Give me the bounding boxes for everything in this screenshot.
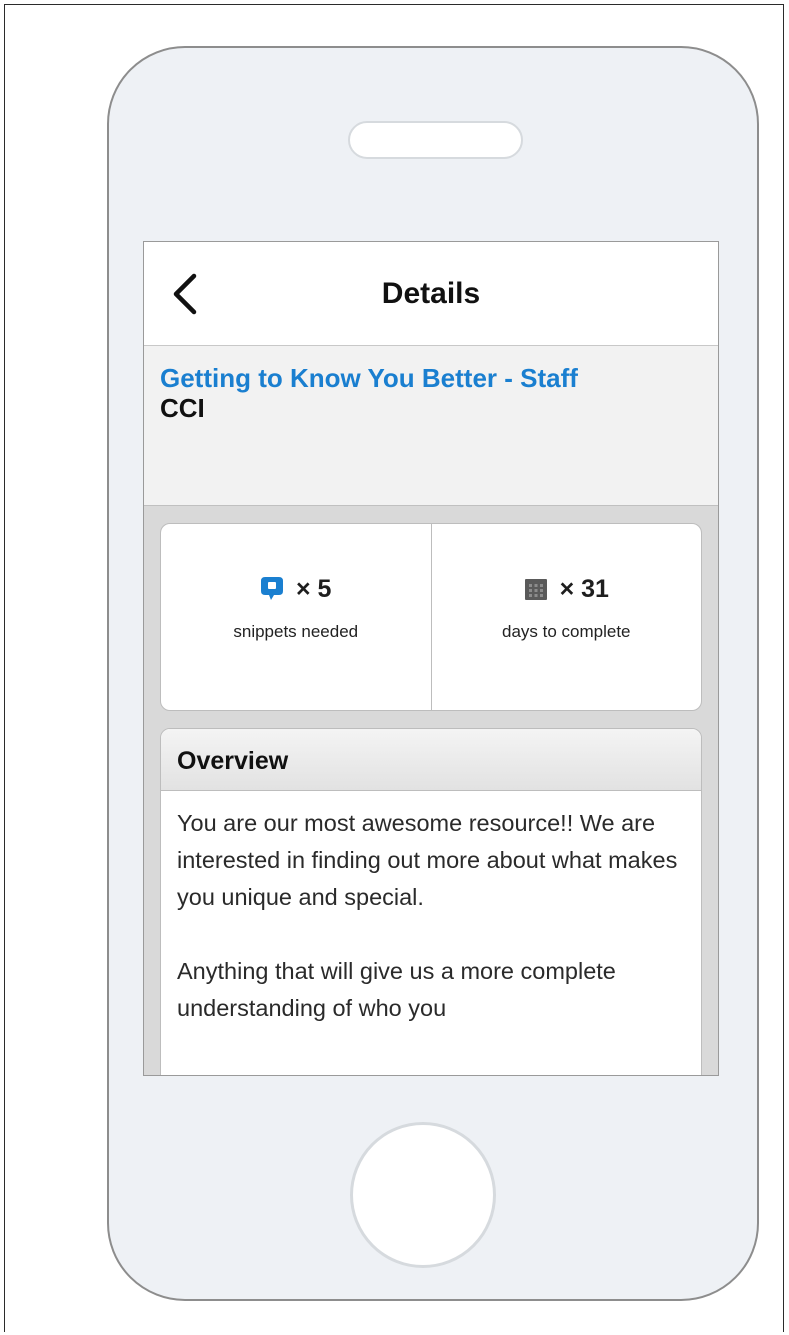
days-count: × 31 <box>559 574 609 603</box>
stat-snippets: × 5 snippets needed <box>161 524 431 710</box>
page-title: Details <box>381 277 481 310</box>
speech-bubble-icon <box>261 577 284 600</box>
calendar-icon <box>524 579 547 600</box>
overview-body: You are our most awesome resource!! We a… <box>161 791 701 1027</box>
overview-paragraph: You are our most awesome resource!! We a… <box>177 810 678 910</box>
back-button[interactable] <box>164 270 208 318</box>
phone-screen: Details Getting to Know You Better - Sta… <box>143 241 719 1076</box>
stats-card: × 5 snippets needed × 31 days to complet… <box>160 523 702 711</box>
home-button[interactable] <box>350 1122 496 1268</box>
nav-bar: Details <box>144 242 718 346</box>
snippets-label: snippets needed <box>233 622 359 641</box>
overview-heading: Overview <box>161 729 701 791</box>
item-organization: CCI <box>160 393 205 423</box>
overview-paragraph: Anything that will give us a more comple… <box>177 958 616 1021</box>
stat-days: × 31 days to complete <box>430 524 702 710</box>
item-title-link[interactable]: Getting to Know You Better - Staff <box>160 364 702 393</box>
phone-speaker <box>348 121 523 159</box>
snippets-count: × 5 <box>296 574 332 603</box>
days-label: days to complete <box>501 622 631 641</box>
item-header: Getting to Know You Better - Staff CCI <box>144 346 718 506</box>
chevron-left-icon <box>173 273 197 315</box>
overview-card: Overview You are our most awesome resour… <box>160 728 702 1075</box>
